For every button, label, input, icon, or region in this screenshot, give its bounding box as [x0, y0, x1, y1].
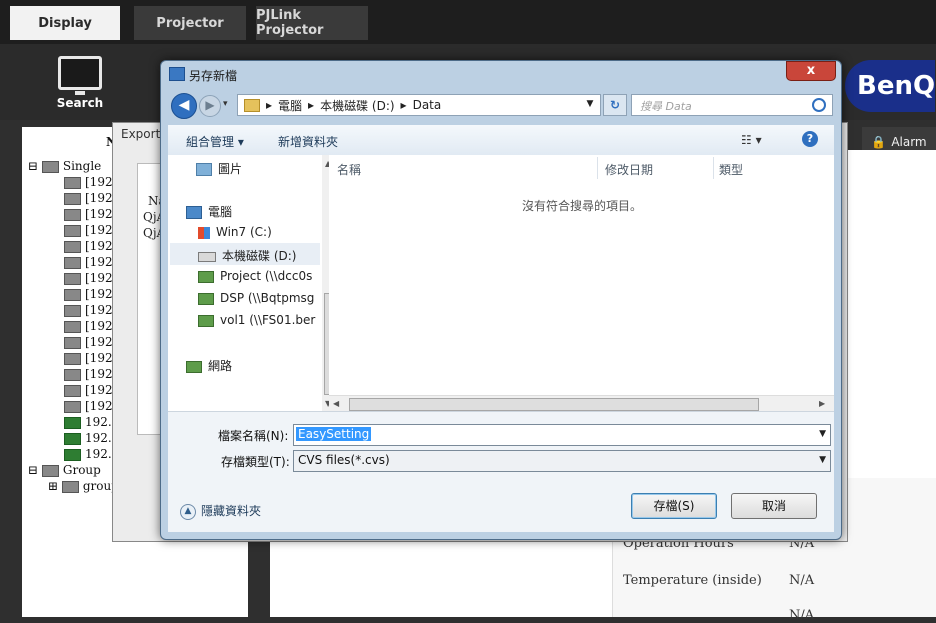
file-type-select[interactable]: CVS files(*.cvs) ▼ — [293, 450, 831, 472]
display-icon — [64, 320, 81, 333]
display-icon — [64, 208, 81, 221]
search-icon[interactable] — [812, 98, 826, 112]
file-type-value: CVS files(*.cvs) — [298, 453, 390, 467]
chevron-up-icon: ▲ — [180, 503, 196, 520]
navigation-pane: 圖片 電腦 Win7 (C:) 本機磁碟 (D:) Project (\\dcc… — [168, 155, 323, 411]
pictures-icon — [196, 163, 212, 176]
display-icon — [41, 160, 59, 173]
tree-group-child[interactable]: ⊞ group — [48, 479, 119, 495]
display-icon — [64, 384, 81, 397]
history-dropdown-icon[interactable]: ▾ — [223, 99, 228, 109]
display-icon — [64, 352, 81, 365]
display-icon — [64, 256, 81, 269]
display-icon — [64, 288, 81, 301]
column-name[interactable]: 名稱 — [337, 161, 361, 178]
breadcrumb-drive-d[interactable]: 本機磁碟 (D:) — [320, 97, 394, 114]
nav-item-network[interactable]: 網路 — [186, 357, 232, 374]
lock-icon: 🔒 — [871, 135, 887, 149]
tree-group-node[interactable]: ⊟ Group — [28, 463, 101, 479]
organize-button[interactable]: 組合管理 ▾ — [186, 133, 244, 150]
nav-item-drive-d[interactable]: 本機磁碟 (D:) — [170, 243, 320, 265]
display-icon — [64, 176, 81, 189]
search-input[interactable]: 搜尋 Data — [631, 94, 833, 116]
chevron-down-icon[interactable]: ▼ — [583, 95, 597, 113]
network-icon — [186, 360, 202, 373]
forward-arrow-icon[interactable]: ▶ — [199, 95, 221, 117]
computer-icon — [186, 206, 202, 219]
display-icon — [64, 272, 81, 285]
group-icon — [41, 464, 59, 477]
nav-item-project-share[interactable]: Project (\\dcc0s — [198, 269, 322, 283]
display-online-icon — [64, 416, 81, 429]
tree-single-node[interactable]: ⊟ Single — [28, 159, 101, 175]
save-options-area: 檔案名稱(N): EasySetting ▼ 存檔類型(T): CVS file… — [168, 411, 834, 532]
tab-display[interactable]: Display — [10, 6, 120, 40]
refresh-icon[interactable]: ↻ — [603, 94, 627, 116]
file-name-label: 檔案名稱(N): — [218, 429, 289, 443]
breadcrumb-computer[interactable]: 電腦 — [278, 97, 302, 114]
display-icon — [64, 400, 81, 413]
windows-drive-icon — [198, 226, 210, 239]
view-options-icon[interactable]: ☷ ▾ — [741, 133, 762, 147]
help-icon[interactable]: ? — [802, 131, 818, 147]
scroll-left-icon[interactable]: ◀ — [333, 399, 339, 408]
tab-projector[interactable]: Projector — [134, 6, 246, 40]
chevron-right-icon: ▸ — [266, 98, 273, 112]
hard-drive-icon — [198, 251, 216, 262]
dialog-title: 另存新檔 — [189, 69, 238, 83]
file-name-value: EasySetting — [296, 427, 372, 441]
display-icon — [64, 304, 81, 317]
nav-item-win7[interactable]: Win7 (C:) — [198, 225, 322, 239]
new-folder-button[interactable]: 新增資料夾 — [278, 133, 338, 150]
folder-icon — [244, 98, 260, 112]
file-name-input[interactable]: EasySetting ▼ — [293, 424, 831, 446]
monitor-search-icon — [58, 56, 102, 95]
horizontal-scrollbar[interactable]: ◀ ▶ — [329, 395, 834, 412]
search-tool-button[interactable]: Search — [52, 52, 108, 112]
scroll-thumb[interactable] — [349, 398, 759, 411]
export-dialog-title: Export — [121, 127, 161, 141]
back-arrow-icon[interactable]: ◀ — [171, 93, 197, 119]
display-online-icon — [64, 448, 81, 461]
chevron-right-icon: ▸ — [308, 98, 315, 112]
chevron-down-icon[interactable]: ▼ — [819, 429, 826, 439]
nav-item-computer[interactable]: 電腦 — [186, 203, 232, 220]
nav-item-dsp-share[interactable]: DSP (\\Bqtpmsg — [198, 291, 322, 305]
close-button[interactable]: x — [786, 61, 836, 81]
cancel-button[interactable]: 取消 — [731, 493, 817, 519]
file-list: 名稱 修改日期 類型 沒有符合搜尋的項目。 — [329, 155, 834, 411]
display-icon — [64, 368, 81, 381]
chevron-down-icon[interactable]: ▼ — [819, 455, 826, 465]
column-type[interactable]: 類型 — [719, 161, 743, 178]
search-placeholder: 搜尋 Data — [640, 100, 692, 113]
display-icon — [64, 192, 81, 205]
window-icon — [169, 67, 185, 81]
display-online-icon — [64, 432, 81, 445]
empty-results-message: 沒有符合搜尋的項目。 — [522, 199, 643, 213]
scroll-right-icon[interactable]: ▶ — [819, 399, 825, 408]
command-bar: 組合管理 ▾ 新增資料夾 ☷ ▾ ? — [168, 125, 834, 156]
hide-folders-toggle[interactable]: ▲ 隱藏資料夾 — [180, 502, 261, 520]
nav-item-pictures[interactable]: 圖片 — [196, 160, 242, 177]
address-bar[interactable]: ▸ 電腦 ▸ 本機磁碟 (D:) ▸ Data — [237, 94, 601, 116]
network-drive-icon — [198, 314, 214, 327]
network-drive-icon — [198, 270, 214, 283]
benq-logo: BenQ — [845, 60, 935, 112]
file-type-label: 存檔類型(T): — [221, 455, 290, 469]
display-icon — [64, 336, 81, 349]
network-drive-icon — [198, 292, 214, 305]
save-as-dialog: 另存新檔 x ◀ ▶ ▾ ▸ 電腦 ▸ 本機磁碟 (D:) ▸ Data ▼ ↻… — [160, 60, 842, 540]
tab-pjlink-projector[interactable]: PJLink Projector — [256, 6, 368, 40]
breadcrumb-data[interactable]: Data — [413, 98, 442, 112]
search-tool-label: Search — [56, 96, 104, 110]
chevron-right-icon: ▸ — [400, 98, 407, 112]
display-icon — [64, 224, 81, 237]
column-date-modified[interactable]: 修改日期 — [605, 161, 653, 178]
save-button[interactable]: 存檔(S) — [631, 493, 717, 519]
nav-item-vol1-share[interactable]: vol1 (\\FS01.ber — [198, 313, 322, 327]
info-row: Temperature (inside) N/A — [623, 573, 815, 588]
tab-bar: Display Projector PJLink Projector — [0, 0, 936, 44]
group-icon — [61, 480, 79, 493]
display-icon — [64, 240, 81, 253]
